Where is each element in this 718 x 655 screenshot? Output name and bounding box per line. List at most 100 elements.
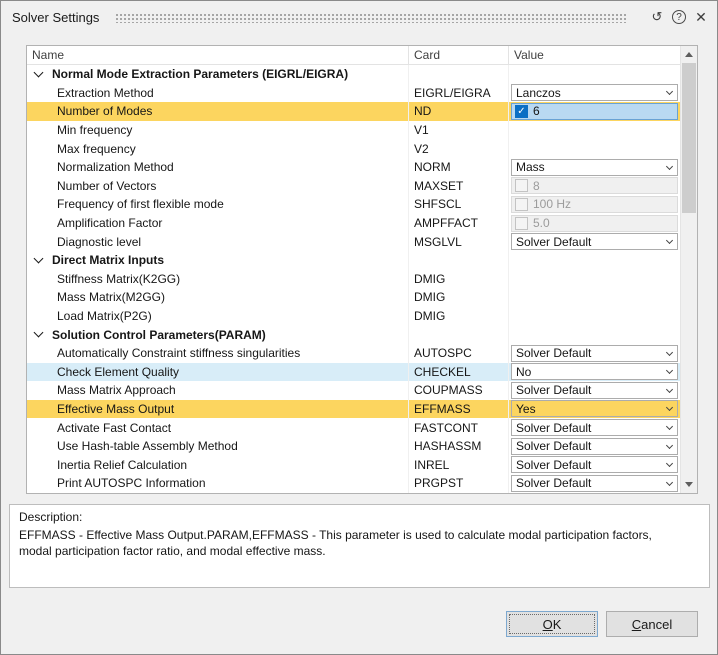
collapse-icon[interactable] — [33, 67, 44, 78]
value-checkbox — [515, 216, 528, 230]
row-name-cell: Activate Fast Contact — [27, 418, 409, 437]
row-value-cell: Solver Default — [509, 344, 680, 363]
row-value-cell — [509, 139, 680, 158]
table-row[interactable]: Min frequency V1 — [27, 120, 680, 140]
chevron-down-icon[interactable] — [662, 364, 677, 379]
value-dropdown[interactable]: Solver Default — [511, 381, 678, 399]
value-dropdown[interactable]: Solver Default — [511, 344, 678, 362]
scroll-up-button[interactable] — [681, 46, 697, 63]
row-value-cell: Solver Default — [509, 437, 680, 456]
scrollbar-thumb[interactable] — [682, 63, 696, 213]
table-row[interactable]: Stiffness Matrix(K2GG) DMIG — [27, 269, 680, 289]
column-header-name[interactable]: Name — [27, 46, 409, 64]
table-row[interactable]: Normal Mode Extraction Parameters (EIGRL… — [27, 65, 680, 84]
chevron-down-icon[interactable] — [662, 420, 677, 435]
scrollbar-track[interactable] — [681, 63, 697, 476]
scroll-down-button[interactable] — [681, 476, 697, 493]
row-label: Check Element Quality — [57, 364, 180, 379]
value-dropdown[interactable]: Mass — [511, 158, 678, 176]
chevron-down-icon[interactable] — [662, 85, 677, 100]
value-dropdown[interactable]: Solver Default — [511, 233, 678, 251]
row-name-cell: Mass Matrix(M2GG) — [27, 288, 409, 307]
row-label: Number of Modes — [57, 104, 153, 119]
ok-button[interactable]: OK — [506, 611, 598, 637]
value-dropdown[interactable]: No — [511, 363, 678, 381]
row-value-cell — [509, 251, 680, 270]
table-row[interactable]: Use Hash-table Assembly Method HASHASSM So… — [27, 436, 680, 456]
vertical-scrollbar[interactable] — [680, 46, 697, 493]
table-row[interactable]: Load Matrix(P2G) DMIG — [27, 306, 680, 326]
chevron-glyph — [665, 348, 674, 356]
grid-body: Normal Mode Extraction Parameters (EIGRL… — [27, 65, 680, 493]
table-row[interactable]: Effective Mass Output EFFMASS Yes — [27, 399, 680, 419]
chevron-down-icon[interactable] — [662, 346, 677, 361]
dropdown-value: Solver Default — [516, 346, 592, 361]
table-row[interactable]: Mass Matrix(M2GG) DMIG — [27, 288, 680, 307]
triangle-down-icon — [685, 482, 693, 487]
value-dropdown[interactable]: Solver Default — [511, 474, 678, 492]
row-card-cell: MAXSET — [409, 176, 509, 196]
reset-icon[interactable]: ↺ — [649, 9, 665, 25]
table-row[interactable]: Direct Matrix Inputs — [27, 250, 680, 270]
chevron-down-icon[interactable] — [662, 383, 677, 398]
table-row[interactable]: Amplification Factor AMPFFACT 5.0 — [27, 213, 680, 233]
row-name-cell: Effective Mass Output — [27, 399, 409, 419]
table-row[interactable]: Mass Matrix Approach COUPMASS Solver Defau… — [27, 381, 680, 400]
row-value-cell: 8 — [509, 177, 680, 196]
table-row[interactable]: Extraction Method EIGRL/EIGRA Lanczos — [27, 83, 680, 103]
value-editor[interactable]: ✓ 6 — [511, 102, 678, 120]
table-row[interactable]: Check Element Quality CHECKEL No — [27, 362, 680, 382]
chevron-down-icon[interactable] — [662, 234, 677, 249]
dropdown-value: Solver Default — [516, 476, 592, 491]
table-row[interactable]: Activate Fast Contact FASTCONT Solver Defa… — [27, 418, 680, 437]
description-text: EFFMASS - Effective Mass Output.PARAM,EF… — [19, 528, 652, 559]
row-name-cell: Diagnostic level — [27, 232, 409, 251]
cancel-button[interactable]: Cancel — [606, 611, 698, 637]
table-row[interactable]: Max frequency V2 — [27, 139, 680, 158]
value-editor: 100 Hz — [511, 195, 678, 213]
triangle-up-icon — [685, 52, 693, 57]
chevron-down-icon[interactable] — [662, 160, 677, 175]
value-dropdown[interactable]: Solver Default — [511, 437, 678, 455]
table-row[interactable]: Number of Vectors MAXSET 8 — [27, 176, 680, 196]
row-card-cell: SHFSCL — [409, 195, 509, 214]
row-name-cell: Min frequency — [27, 120, 409, 140]
value-checkbox[interactable]: ✓ — [515, 104, 528, 118]
value-dropdown[interactable]: Solver Default — [511, 456, 678, 474]
close-icon[interactable]: ✕ — [693, 9, 709, 25]
row-label: Mass Matrix(M2GG) — [57, 290, 165, 305]
value-dropdown[interactable]: Solver Default — [511, 419, 678, 437]
column-header-card[interactable]: Card — [409, 46, 509, 64]
chevron-glyph — [665, 88, 674, 96]
table-row[interactable]: Print AUTOSPC Information PRGPST Solver De… — [27, 474, 680, 493]
row-value-cell — [509, 307, 680, 326]
table-row[interactable]: Automatically Constraint stiffness singu… — [27, 343, 680, 363]
row-value-cell — [509, 121, 680, 140]
row-card-cell: DMIG — [409, 288, 509, 307]
table-row[interactable]: Diagnostic level MSGLVL Solver Default — [27, 232, 680, 251]
collapse-icon[interactable] — [33, 253, 44, 264]
value-text: 5.0 — [533, 216, 550, 231]
chevron-down-icon[interactable] — [662, 457, 677, 472]
column-header-value[interactable]: Value — [509, 46, 680, 64]
drag-handle-dots[interactable] — [115, 11, 628, 23]
help-icon[interactable]: ? — [672, 10, 686, 24]
row-value-cell — [509, 270, 680, 289]
table-row[interactable]: Normalization Method NORM Mass — [27, 157, 680, 177]
chevron-down-icon[interactable] — [662, 401, 677, 416]
row-name-cell: Inertia Relief Calculation — [27, 455, 409, 475]
chevron-glyph — [665, 367, 674, 375]
chevron-down-icon[interactable] — [662, 439, 677, 454]
collapse-icon[interactable] — [33, 327, 44, 338]
table-row[interactable]: Frequency of first flexible mode SHFSCL 10… — [27, 195, 680, 214]
row-label: Effective Mass Output — [57, 401, 175, 416]
chevron-down-icon[interactable] — [662, 476, 677, 491]
value-dropdown[interactable]: Lanczos — [511, 84, 678, 102]
table-row[interactable]: Solution Control Parameters(PARAM) — [27, 325, 680, 344]
row-card-cell: AMPFFACT — [409, 213, 509, 233]
table-row[interactable]: Number of Modes ND ✓ 6 — [27, 102, 680, 121]
dropdown-value: Solver Default — [516, 457, 592, 472]
value-dropdown[interactable]: Yes — [511, 400, 678, 418]
row-card-cell — [409, 325, 509, 344]
table-row[interactable]: Inertia Relief Calculation INREL Solver De… — [27, 455, 680, 475]
